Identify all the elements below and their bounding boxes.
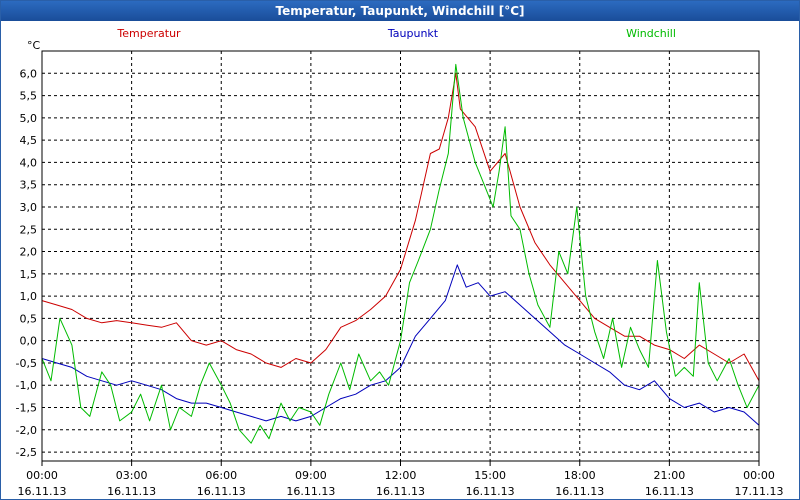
y-tick-label: 0,5: [20, 312, 38, 325]
y-tick-label: -2,5: [16, 446, 37, 459]
x-tick-date: 16.11.13: [555, 485, 604, 498]
y-tick-label: 5,5: [20, 90, 38, 103]
y-axis-label: °C: [27, 39, 41, 52]
y-tick-label: 3,5: [20, 179, 38, 192]
x-tick-time: 15:00: [474, 469, 506, 482]
grid: [42, 51, 759, 461]
x-tick-time: 00:00: [26, 469, 58, 482]
x-tick-time: 03:00: [116, 469, 148, 482]
x-tick-time: 06:00: [205, 469, 237, 482]
y-tick-label: 0,0: [20, 335, 38, 348]
y-tick-label: 4,5: [20, 134, 38, 147]
x-tick-date: 16.11.13: [286, 485, 335, 498]
y-tick-label: -1,0: [16, 379, 37, 392]
y-tick-label: 2,0: [20, 246, 38, 259]
x-tick-time: 12:00: [385, 469, 417, 482]
y-tick-label: 1,5: [20, 268, 38, 281]
x-tick-time: 18:00: [564, 469, 596, 482]
x-tick-date: 16.11.13: [18, 485, 67, 498]
chart-canvas: 6,0 5,5 5,0 4,5 4,0 3,5 3,0 2,5 2,0 1,5 1,0 0,5 0,0 -…: [16, 27, 784, 498]
x-tick-date: 16.11.13: [376, 485, 425, 498]
x-tick-time: 21:00: [654, 469, 686, 482]
x-tick-date: 16.11.13: [645, 485, 694, 498]
y-tick-label: 5,0: [20, 112, 38, 125]
y-tick-label: 4,0: [20, 156, 38, 169]
y-tick-label: 2,5: [20, 223, 38, 236]
y-axis-ticks: 6,0 5,5 5,0 4,5 4,0 3,5 3,0 2,5 2,0 1,5 1,0 0,5 0,0 -…: [16, 67, 37, 459]
x-tick-time: 00:00: [743, 469, 775, 482]
series-lines: [41, 63, 760, 444]
legend-entry-windchill: Windchill: [626, 27, 676, 40]
chart-window: Temperatur, Taupunkt, Windchill [°C] 6,0…: [0, 0, 800, 500]
y-tick-label: 3,0: [20, 201, 38, 214]
legend: Temperatur Taupunkt Windchill: [116, 27, 676, 40]
x-tick-date: 17.11.13: [735, 485, 784, 498]
y-tick-label: -1,5: [16, 402, 37, 415]
y-tick-label: 1,0: [20, 290, 38, 303]
legend-entry-temperatur: Temperatur: [116, 27, 181, 40]
y-tick-label: -2,0: [16, 424, 37, 437]
y-tick-label: -0,5: [16, 357, 37, 370]
x-tick-time: 09:00: [295, 469, 327, 482]
x-tick-date: 16.11.13: [466, 485, 515, 498]
x-tick-date: 16.11.13: [107, 485, 156, 498]
x-axis-ticks: 00:00 16.11.13 03:00 16.11.13 06:00 16.11.13 0…: [18, 461, 784, 498]
x-tick-date: 16.11.13: [197, 485, 246, 498]
legend-entry-taupunkt: Taupunkt: [387, 27, 439, 40]
y-tick-label: 6,0: [20, 67, 38, 80]
